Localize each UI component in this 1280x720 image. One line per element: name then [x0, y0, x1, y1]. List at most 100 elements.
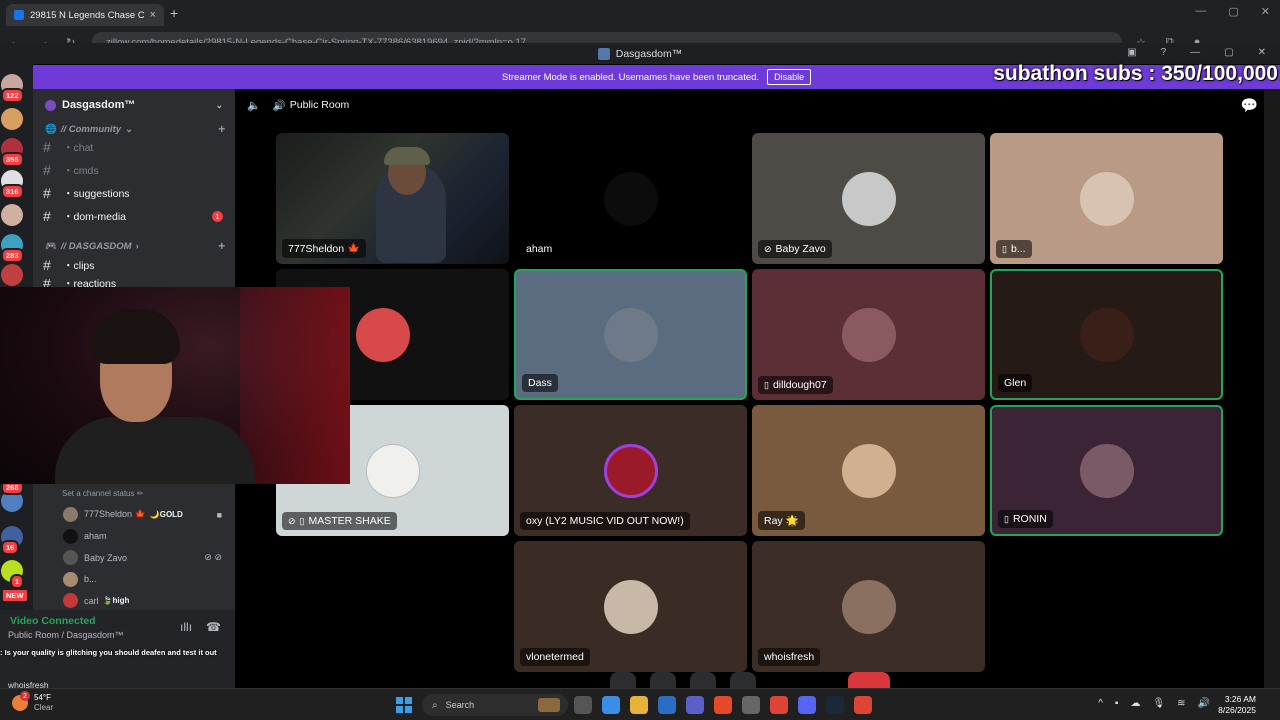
clock-date: 8/26/2025	[1218, 705, 1256, 715]
disconnect-icon[interactable]: ☎	[206, 620, 221, 634]
minimize-icon[interactable]: —	[1190, 47, 1200, 58]
participant-label: 777Sheldon 🍁	[282, 239, 367, 258]
server-icon[interactable]	[1, 108, 23, 130]
voice-user[interactable]: carl 🍃high	[63, 590, 230, 612]
participant-tile[interactable]: aham	[514, 133, 747, 264]
voice-user-name: aham	[84, 531, 107, 542]
participant-tile[interactable]: ⊘ Baby Zavo	[752, 133, 985, 264]
taskbar-search[interactable]: ⌕ Search	[422, 694, 568, 716]
participant-name: MASTER SHAKE	[308, 515, 391, 527]
server-icon[interactable]	[1, 264, 23, 286]
noise-suppression-icon[interactable]: ıllı	[180, 620, 192, 634]
voice-user[interactable]: b...	[63, 569, 230, 591]
channel-chat[interactable]: # ・chat	[43, 139, 223, 155]
maximize-icon[interactable]: ▢	[1224, 47, 1233, 58]
participant-label: ▯ b...	[996, 240, 1032, 258]
activities-button[interactable]	[730, 672, 756, 688]
participant-tile[interactable]: oxy (LY2 MUSIC VID OUT NOW!)	[514, 405, 747, 536]
discord-window-controls: ▣ ? — ▢ ✕	[1127, 47, 1266, 58]
chevron-up-icon[interactable]: ^	[1098, 698, 1103, 709]
server-icon[interactable]	[1, 204, 23, 226]
windows-start-button[interactable]	[396, 697, 412, 713]
help-icon[interactable]: ?	[1161, 47, 1167, 58]
avatar	[841, 171, 896, 226]
voice-user-name: carl	[84, 595, 99, 606]
weather-widget[interactable]: 2 54°F Clear	[12, 691, 53, 713]
disable-streamer-mode-button[interactable]: Disable	[767, 69, 812, 85]
tray-app-icon[interactable]: ▪	[1115, 698, 1119, 709]
voice-user[interactable]: 777Sheldon 🍁 🌙GOLD ■	[63, 504, 230, 526]
channel-clips[interactable]: # ・clips	[43, 257, 223, 273]
game-controller-icon[interactable]	[742, 696, 760, 714]
screenshare-button[interactable]	[690, 672, 716, 688]
voice-header: 🔈 🔊 Public Room	[235, 89, 1264, 121]
scrollbar-track[interactable]	[1264, 89, 1280, 688]
voice-status[interactable]: Video Connected	[10, 615, 96, 627]
video-camera-icon: ■	[216, 509, 222, 520]
participant-tile[interactable]: ▯ b...	[990, 133, 1223, 264]
avatar	[603, 171, 658, 226]
add-channel-icon[interactable]: +	[218, 239, 225, 253]
microphone-icon[interactable]: 🎙	[1152, 698, 1165, 709]
avatar	[63, 528, 78, 544]
system-clock[interactable]: 3:26 AM 8/26/2025	[1218, 694, 1256, 716]
participant-tile[interactable]: whoisfresh	[752, 541, 985, 672]
mobile-icon: ▯	[1004, 513, 1009, 524]
leave-call-button[interactable]	[848, 672, 890, 688]
search-highlight-icon	[538, 698, 560, 712]
browser-tab[interactable]: 29815 N Legends Chase Cir, Sp ×	[6, 4, 164, 26]
participant-tile[interactable]: ▯ RONIN	[990, 405, 1223, 536]
mobile-icon: ▯	[764, 379, 769, 390]
inbox-icon[interactable]: ▣	[1127, 47, 1136, 58]
voice-room[interactable]: Public Room / Dasgasdom™	[8, 630, 124, 640]
voice-user[interactable]: aham	[63, 526, 230, 548]
maximize-icon[interactable]: ▢	[1228, 5, 1238, 18]
video-tile[interactable]: 777Sheldon 🍁	[276, 133, 509, 264]
cloud-icon[interactable]: ☁	[1130, 698, 1140, 709]
participant-label: Dass	[522, 374, 558, 392]
minimize-icon[interactable]: —	[1195, 5, 1206, 18]
volume-icon[interactable]: 🔊	[1198, 698, 1210, 709]
participant-tile[interactable]: Ray 🌟	[752, 405, 985, 536]
camera-button[interactable]	[650, 672, 676, 688]
avatar	[603, 579, 658, 634]
participant-name: Dass	[528, 377, 552, 389]
channel-status[interactable]: Set a channel status ✏	[62, 489, 230, 498]
participant-tile[interactable]: vlonetermed	[514, 541, 747, 672]
muted-icon: ⊘	[288, 515, 296, 526]
channel-cmds[interactable]: # ・cmds	[43, 162, 223, 178]
channel-reactions[interactable]: # ・reactions	[43, 279, 223, 287]
participant-tile[interactable]: Dass	[514, 269, 747, 400]
category-dasgasdom[interactable]: 🎮 // DASGASDOM › +	[45, 239, 225, 253]
category-community[interactable]: 🌐 // Community ⌄ +	[45, 122, 225, 136]
participant-tile[interactable]: Glen	[990, 269, 1223, 400]
new-tab-button[interactable]: +	[170, 5, 178, 21]
tab-close-icon[interactable]: ×	[150, 9, 156, 21]
close-icon[interactable]: ✕	[1258, 47, 1266, 58]
chat-bubble-icon[interactable]: 💬	[1241, 97, 1258, 114]
avatar	[603, 443, 658, 498]
store-icon[interactable]	[658, 696, 676, 714]
task-view-icon[interactable]	[574, 696, 592, 714]
chrome-icon[interactable]	[770, 696, 788, 714]
unread-badge: 1	[212, 210, 223, 222]
copilot-icon[interactable]	[602, 696, 620, 714]
discord-icon[interactable]	[798, 696, 816, 714]
channel-dom-media[interactable]: # ・dom-media 1	[43, 208, 223, 224]
chrome-icon[interactable]	[854, 696, 872, 714]
close-icon[interactable]: ✕	[1261, 5, 1270, 18]
steam-icon[interactable]	[826, 696, 844, 714]
voice-user[interactable]: Baby Zavo ⊘ ⊘	[63, 547, 230, 569]
teams-icon[interactable]	[686, 696, 704, 714]
user-tag: 🌙GOLD	[149, 510, 183, 520]
participant-tile[interactable]: ▯ dilldough07	[752, 269, 985, 400]
channel-suggestions[interactable]: # ・suggestions	[43, 185, 223, 201]
server-icon	[45, 99, 56, 111]
brave-icon[interactable]	[714, 696, 732, 714]
add-channel-icon[interactable]: +	[218, 122, 225, 136]
file-explorer-icon[interactable]	[630, 696, 648, 714]
wifi-icon[interactable]: ≋	[1177, 698, 1185, 709]
channel-label: ・cmds	[63, 164, 99, 177]
mic-button[interactable]	[610, 672, 636, 688]
server-header[interactable]: Dasgasdom™ ⌄	[33, 89, 235, 121]
